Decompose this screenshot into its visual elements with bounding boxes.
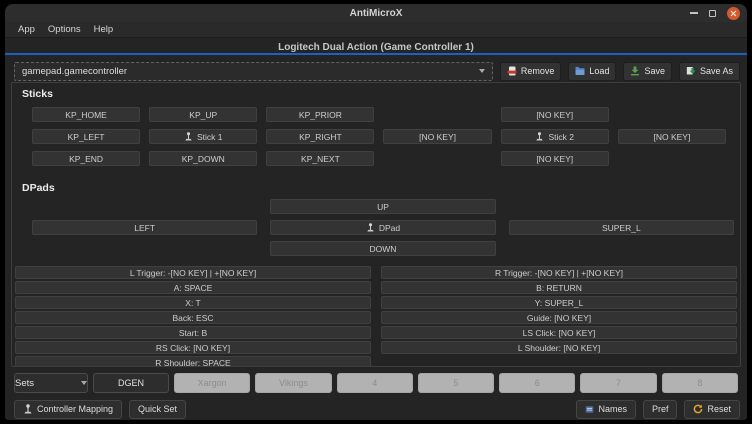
joystick-icon bbox=[23, 404, 33, 414]
dpads-grid: UP LEFT DPad SUPER_L DOWN bbox=[12, 199, 740, 256]
menu-app[interactable]: App bbox=[18, 24, 35, 35]
stick1-up-button[interactable]: KP_UP bbox=[149, 107, 257, 122]
back-button[interactable]: Back: ESC bbox=[15, 311, 371, 324]
rs-click-button[interactable]: RS Click: [NO KEY] bbox=[15, 341, 371, 354]
sticks-grid: KP_HOME KP_UP KP_PRIOR [NO KEY] KP_LEFT … bbox=[12, 107, 740, 166]
dpad-left-button[interactable]: LEFT bbox=[32, 220, 257, 235]
chevron-down-icon bbox=[479, 69, 485, 73]
stick1-right-button[interactable]: KP_RIGHT bbox=[266, 129, 374, 144]
dpad-up-button[interactable]: UP bbox=[270, 199, 495, 214]
maximize-icon bbox=[709, 10, 716, 17]
window-title: AntiMicroX bbox=[5, 4, 747, 22]
joystick-icon bbox=[535, 132, 544, 141]
mapping-panel: Sticks KP_HOME KP_UP KP_PRIOR [NO KEY] K… bbox=[11, 82, 741, 367]
menu-help[interactable]: Help bbox=[94, 24, 114, 35]
y-button[interactable]: Y: SUPER_L bbox=[381, 296, 737, 309]
controller-mapping-button[interactable]: Controller Mapping bbox=[14, 400, 122, 419]
b-button[interactable]: B: RETURN bbox=[381, 281, 737, 294]
names-button[interactable]: Names bbox=[576, 400, 636, 419]
names-icon bbox=[585, 405, 594, 414]
dpad-down-button[interactable]: DOWN bbox=[270, 241, 495, 256]
l-shoulder-button[interactable]: L Shoulder: [NO KEY] bbox=[381, 341, 737, 354]
buttons-grid: L Trigger: -[NO KEY] | +[NO KEY] R Trigg… bbox=[12, 266, 740, 367]
minimize-icon bbox=[690, 12, 698, 14]
sets-row: Sets DGEN Xargon Vikings 4 5 6 7 8 bbox=[14, 373, 738, 393]
save-as-icon bbox=[686, 66, 696, 76]
stick1-down-button[interactable]: KP_DOWN bbox=[149, 151, 257, 166]
stick2-right-button[interactable]: [NO KEY] bbox=[618, 129, 726, 144]
joystick-icon bbox=[184, 132, 193, 141]
profile-select[interactable]: gamepad.gamecontroller bbox=[14, 62, 493, 81]
minimize-button[interactable] bbox=[690, 12, 698, 14]
stick2-left-button[interactable]: [NO KEY] bbox=[383, 129, 491, 144]
stick2-button[interactable]: Stick 2 bbox=[501, 129, 609, 144]
stick1-down-left-button[interactable]: KP_END bbox=[32, 151, 140, 166]
close-icon bbox=[730, 10, 737, 17]
set-tab-6[interactable]: 6 bbox=[499, 373, 575, 393]
l-trigger-button[interactable]: L Trigger: -[NO KEY] | +[NO KEY] bbox=[15, 266, 371, 279]
remove-button[interactable]: Remove bbox=[500, 62, 562, 81]
stick1-up-left-button[interactable]: KP_HOME bbox=[32, 107, 140, 122]
reset-icon bbox=[693, 404, 703, 414]
empty-cell bbox=[381, 356, 737, 367]
reset-button[interactable]: Reset bbox=[684, 400, 740, 419]
save-icon bbox=[630, 66, 640, 76]
folder-open-icon bbox=[575, 66, 585, 76]
window-controls bbox=[690, 4, 740, 22]
set-tab-3[interactable]: Vikings bbox=[255, 373, 331, 393]
stick2-down-button[interactable]: [NO KEY] bbox=[501, 151, 609, 166]
menubar: App Options Help bbox=[5, 22, 747, 38]
menu-options[interactable]: Options bbox=[48, 24, 81, 35]
footer-bar: Controller Mapping Quick Set Names Pref … bbox=[14, 399, 740, 419]
remove-icon bbox=[507, 66, 517, 76]
maximize-button[interactable] bbox=[709, 10, 716, 17]
stick1-left-button[interactable]: KP_LEFT bbox=[32, 129, 140, 144]
ls-click-button[interactable]: LS Click: [NO KEY] bbox=[381, 326, 737, 339]
stick2-up-button[interactable]: [NO KEY] bbox=[501, 107, 609, 122]
set-tab-8[interactable]: 8 bbox=[662, 373, 738, 393]
set-tab-4[interactable]: 4 bbox=[337, 373, 413, 393]
sets-menu-button[interactable]: Sets bbox=[14, 373, 88, 393]
x-button[interactable]: X: T bbox=[15, 296, 371, 309]
a-button[interactable]: A: SPACE bbox=[15, 281, 371, 294]
chevron-down-icon bbox=[81, 381, 87, 385]
dpad-button[interactable]: DPad bbox=[270, 220, 495, 235]
dpads-group-title: DPads bbox=[12, 177, 740, 194]
save-button[interactable]: Save bbox=[623, 62, 672, 81]
stick1-up-right-button[interactable]: KP_PRIOR bbox=[266, 107, 374, 122]
r-shoulder-button[interactable]: R Shoulder: SPACE bbox=[15, 356, 371, 367]
pref-button[interactable]: Pref bbox=[643, 400, 678, 419]
set-tab-5[interactable]: 5 bbox=[418, 373, 494, 393]
sticks-group-title: Sticks bbox=[12, 83, 740, 100]
close-button[interactable] bbox=[727, 7, 740, 20]
set-tab-1[interactable]: DGEN bbox=[93, 373, 169, 393]
joystick-icon bbox=[366, 223, 375, 232]
profile-bar: gamepad.gamecontroller Remove Load Save bbox=[14, 61, 740, 81]
app-window: AntiMicroX App Options Help Logitech Dua… bbox=[5, 4, 747, 420]
set-tab-7[interactable]: 7 bbox=[580, 373, 656, 393]
start-button[interactable]: Start: B bbox=[15, 326, 371, 339]
controller-tab[interactable]: Logitech Dual Action (Game Controller 1) bbox=[5, 41, 747, 55]
dpad-right-button[interactable]: SUPER_L bbox=[509, 220, 734, 235]
r-trigger-button[interactable]: R Trigger: -[NO KEY] | +[NO KEY] bbox=[381, 266, 737, 279]
profile-select-value: gamepad.gamecontroller bbox=[22, 66, 127, 77]
titlebar: AntiMicroX bbox=[5, 4, 747, 22]
quick-set-button[interactable]: Quick Set bbox=[129, 400, 186, 419]
guide-button[interactable]: Guide: [NO KEY] bbox=[381, 311, 737, 324]
set-tab-2[interactable]: Xargon bbox=[174, 373, 250, 393]
stick1-button[interactable]: Stick 1 bbox=[149, 129, 257, 144]
load-button[interactable]: Load bbox=[568, 62, 616, 81]
save-as-button[interactable]: Save As bbox=[679, 62, 740, 81]
stick1-down-right-button[interactable]: KP_NEXT bbox=[266, 151, 374, 166]
